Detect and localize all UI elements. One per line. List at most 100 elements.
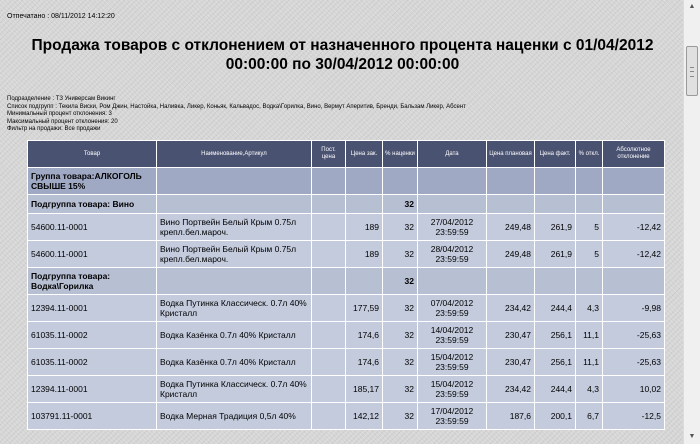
cell-abs-deviation: -9,98 <box>602 294 665 322</box>
cell-name: Водка Путинка Классическ. 0.7л 40% Крист… <box>156 294 312 322</box>
cell-abs-deviation: -12,42 <box>602 213 665 241</box>
scroll-up-arrow-icon[interactable]: ▲ <box>685 0 699 14</box>
cell-abs-deviation: -25,63 <box>602 321 665 349</box>
grip-icon <box>690 67 694 77</box>
cell-plan-price: 249,48 <box>486 240 535 268</box>
empty-cell <box>486 167 535 195</box>
column-header: Дата <box>417 140 487 168</box>
column-header: Абсолютное отклонение <box>602 140 665 168</box>
cell-purchase-price: 142,12 <box>345 402 383 430</box>
cell-date: 15/04/2012 23:59:59 <box>417 348 487 376</box>
table-header-row: Товар Наименование,Артикул Пост. цена Це… <box>27 140 665 168</box>
table-row: 103791.11-0001 Водка Мерная Традиция 0,5л… <box>27 402 665 430</box>
empty-cell <box>575 167 603 195</box>
table-row: 54600.11-0001 Вино Портвейн Белый Крым 0.… <box>27 240 665 268</box>
cell-date: 15/04/2012 23:59:59 <box>417 375 487 403</box>
cell-date: 17/04/2012 23:59:59 <box>417 402 487 430</box>
empty-cell <box>156 194 312 214</box>
cell-fact-price: 256,1 <box>534 321 576 349</box>
empty-cell <box>486 194 535 214</box>
empty-cell <box>575 194 603 214</box>
cell-purchase-price: 177,59 <box>345 294 383 322</box>
report-filters: Подразделение : ТЗ Универсам Викинг Спис… <box>7 96 466 134</box>
subgroup-markup: 32 <box>382 267 418 295</box>
cell-name: Водка Казёнка 0.7л 40% Кристалл <box>156 321 312 349</box>
column-header: % откл. <box>575 140 603 168</box>
cell-post-price <box>311 321 346 349</box>
cell-markup: 32 <box>382 294 418 322</box>
cell-markup: 32 <box>382 321 418 349</box>
table-row: 61035.11-0002 Водка Казёнка 0.7л 40% Крис… <box>27 321 665 349</box>
cell-date: 14/04/2012 23:59:59 <box>417 321 487 349</box>
column-header: Пост. цена <box>311 140 346 168</box>
cell-name: Водка Казёнка 0.7л 40% Кристалл <box>156 348 312 376</box>
cell-purchase-price: 185,17 <box>345 375 383 403</box>
empty-cell <box>417 267 487 295</box>
empty-cell <box>156 167 312 195</box>
report-table: Товар Наименование,Артикул Пост. цена Це… <box>27 140 665 430</box>
cell-plan-price: 187,6 <box>486 402 535 430</box>
cell-deviation-pct: 4,3 <box>575 375 603 403</box>
filter-min-deviation: Минимальный процент отклонения: 3 <box>7 111 112 117</box>
column-header: % наценки <box>382 140 418 168</box>
empty-cell <box>602 194 665 214</box>
cell-markup: 32 <box>382 240 418 268</box>
report-title-line-2: 00:00:00 по 30/04/2012 00:00:00 <box>225 56 460 73</box>
cell-deviation-pct: 5 <box>575 240 603 268</box>
cell-name: Вино Портвейн Белый Крым 0.75л крепл.бел… <box>156 240 312 268</box>
cell-post-price <box>311 294 346 322</box>
empty-cell <box>311 167 346 195</box>
cell-abs-deviation: -25,63 <box>602 348 665 376</box>
cell-date: 28/04/2012 23:59:59 <box>417 240 487 268</box>
cell-code: 54600.11-0001 <box>27 213 157 241</box>
cell-plan-price: 234,42 <box>486 294 535 322</box>
column-header: Цена зак. <box>345 140 383 168</box>
subgroup-row: Подгруппа товара: Водка\Горилка 32 <box>27 267 665 295</box>
cell-purchase-price: 174,6 <box>345 348 383 376</box>
scrollbar-thumb[interactable] <box>686 46 698 96</box>
cell-fact-price: 261,9 <box>534 240 576 268</box>
cell-deviation-pct: 5 <box>575 213 603 241</box>
empty-cell <box>345 267 383 295</box>
subgroup-markup: 32 <box>382 194 418 214</box>
table-row: 54600.11-0001 Вино Портвейн Белый Крым 0.… <box>27 213 665 241</box>
filter-max-deviation: Максимальный процент отклонения: 20 <box>7 118 118 125</box>
cell-fact-price: 244,4 <box>534 375 576 403</box>
empty-cell <box>311 267 346 295</box>
cell-code: 12394.11-0001 <box>27 294 157 322</box>
cell-plan-price: 230,47 <box>486 348 535 376</box>
cell-post-price <box>311 240 346 268</box>
cell-deviation-pct: 6,7 <box>575 402 603 430</box>
table-row: 12394.11-0001 Водка Путинка Классическ. 0… <box>27 294 665 322</box>
group-row: Группа товара:АЛКОГОЛЬ СВЫШЕ 15% <box>27 167 665 195</box>
cell-plan-price: 234,42 <box>486 375 535 403</box>
empty-cell <box>575 267 603 295</box>
report-title-line-1: Продажа товаров с отклонением от назначе… <box>31 37 654 54</box>
cell-purchase-price: 189 <box>345 213 383 241</box>
cell-date: 27/04/2012 23:59:59 <box>417 213 487 241</box>
cell-date: 07/04/2012 23:59:59 <box>417 294 487 322</box>
empty-cell <box>345 167 383 195</box>
cell-code: 12394.11-0001 <box>27 375 157 403</box>
vertical-scrollbar[interactable]: ▲ ▼ <box>683 0 700 444</box>
cell-markup: 32 <box>382 375 418 403</box>
empty-cell <box>486 267 535 295</box>
filter-sales: Фильтр на продажи: Все продажи <box>7 126 101 132</box>
cell-fact-price: 256,1 <box>534 348 576 376</box>
cell-plan-price: 249,48 <box>486 213 535 241</box>
filter-subgroups: Список подгрупп : Текила Виски, Ром Джин… <box>7 103 466 110</box>
column-header: Товар <box>27 140 157 168</box>
cell-post-price <box>311 375 346 403</box>
table-row: 12394.11-0001 Водка Путинка Классическ. 0… <box>27 375 665 403</box>
cell-abs-deviation: -12,42 <box>602 240 665 268</box>
cell-code: 61035.11-0002 <box>27 348 157 376</box>
cell-code: 61035.11-0002 <box>27 321 157 349</box>
cell-markup: 32 <box>382 213 418 241</box>
table-row: 61035.11-0002 Водка Казёнка 0.7л 40% Крис… <box>27 348 665 376</box>
subgroup-label: Подгруппа товара: Водка\Горилка <box>27 267 157 295</box>
scroll-down-arrow-icon[interactable]: ▼ <box>685 430 699 444</box>
filter-department: Подразделение : ТЗ Универсам Викинг <box>7 96 116 102</box>
empty-cell <box>534 167 576 195</box>
cell-purchase-price: 174,6 <box>345 321 383 349</box>
empty-cell <box>311 194 346 214</box>
